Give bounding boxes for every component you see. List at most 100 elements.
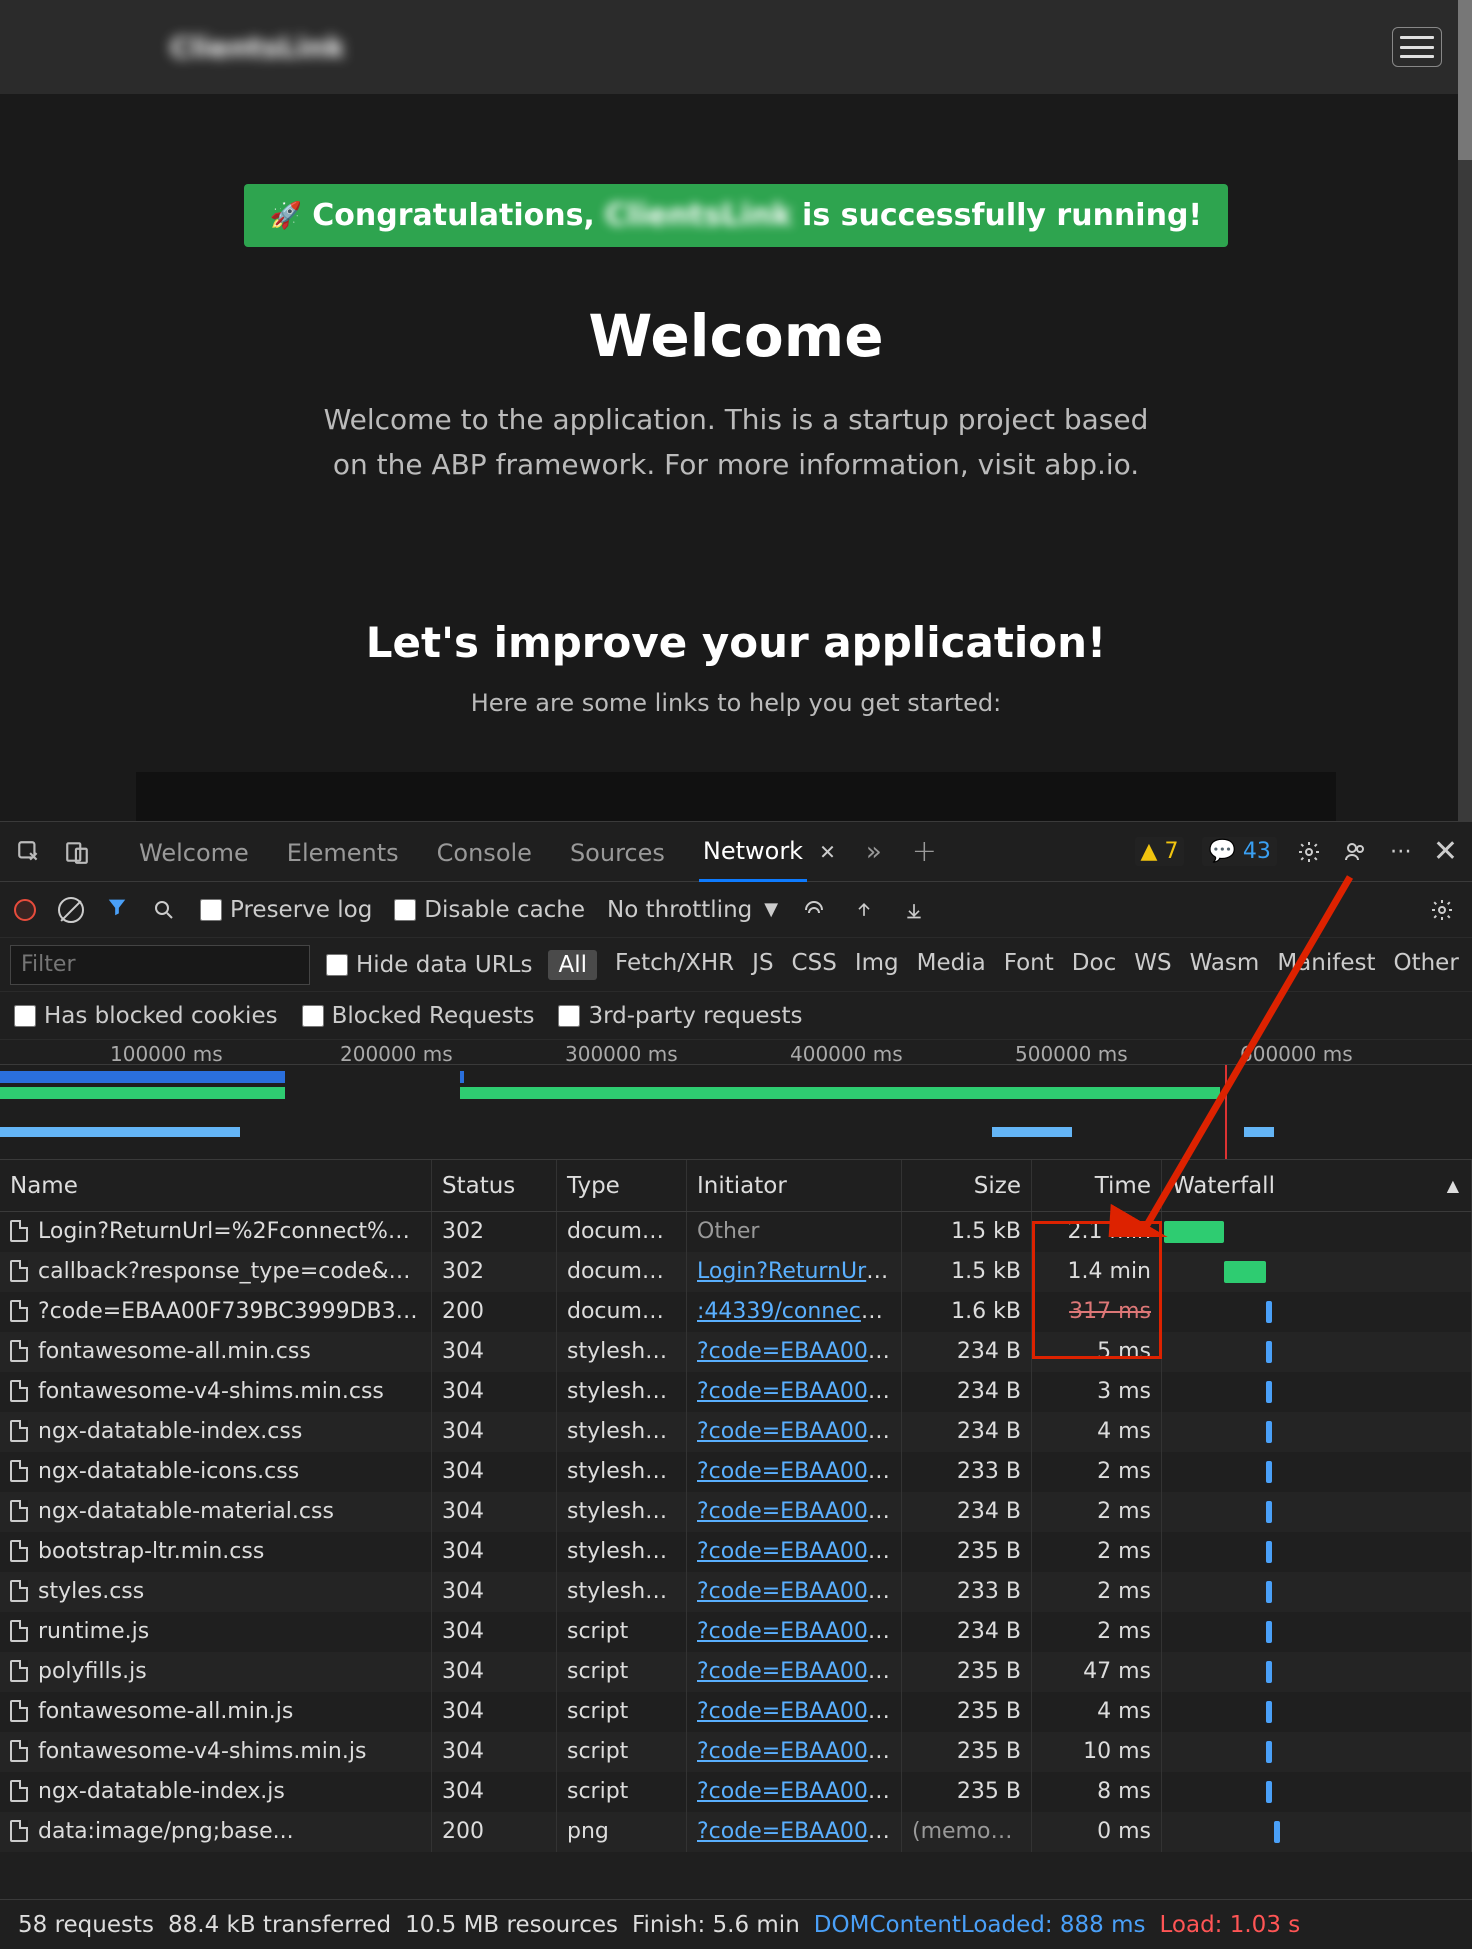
col-status[interactable]: Status — [432, 1160, 557, 1211]
file-icon — [10, 1340, 28, 1362]
has-blocked-cookies-checkbox[interactable]: Has blocked cookies — [14, 1003, 278, 1029]
table-row[interactable]: polyfills.js304script?code=EBAA00F7...23… — [0, 1652, 1472, 1692]
improve-heading: Let's improve your application! — [30, 618, 1442, 667]
table-row[interactable]: fontawesome-v4-shims.min.css304styleshee… — [0, 1372, 1472, 1412]
col-size[interactable]: Size — [902, 1160, 1032, 1211]
close-devtools-icon[interactable]: ✕ — [1433, 834, 1458, 869]
add-tab-icon[interactable]: + — [912, 834, 937, 869]
table-row[interactable]: bootstrap-ltr.min.css304stylesheet?code=… — [0, 1532, 1472, 1572]
table-row[interactable]: fontawesome-all.min.js304script?code=EBA… — [0, 1692, 1472, 1732]
col-initiator[interactable]: Initiator — [687, 1160, 902, 1211]
network-extra-filters: Has blocked cookies Blocked Requests 3rd… — [0, 992, 1472, 1040]
file-icon — [10, 1460, 28, 1482]
filter-input[interactable] — [10, 945, 310, 985]
table-row[interactable]: ngx-datatable-index.css304stylesheet?cod… — [0, 1412, 1472, 1452]
table-row[interactable]: styles.css304stylesheet?code=EBAA00F7...… — [0, 1572, 1472, 1612]
tab-network[interactable]: Network — [699, 821, 807, 882]
sort-asc-icon: ▲ — [1447, 1176, 1459, 1195]
file-icon — [10, 1620, 28, 1642]
filter-font[interactable]: Font — [1004, 950, 1054, 980]
filter-doc[interactable]: Doc — [1072, 950, 1116, 980]
tab-sources[interactable]: Sources — [566, 823, 669, 881]
filter-css[interactable]: CSS — [792, 950, 837, 980]
table-row[interactable]: ngx-datatable-material.css304stylesheet?… — [0, 1492, 1472, 1532]
table-row[interactable]: ngx-datatable-icons.css304stylesheet?cod… — [0, 1452, 1472, 1492]
tab-console[interactable]: Console — [433, 823, 536, 881]
filter-media[interactable]: Media — [917, 950, 986, 980]
status-resources: 10.5 MB resources — [405, 1912, 618, 1938]
clear-button[interactable] — [58, 897, 84, 923]
disable-cache-checkbox[interactable]: Disable cache — [394, 897, 585, 923]
hide-data-urls-checkbox[interactable]: Hide data URLs — [326, 952, 532, 978]
more-tabs-icon[interactable]: » — [866, 837, 882, 867]
blocked-requests-checkbox[interactable]: Blocked Requests — [302, 1003, 535, 1029]
table-row[interactable]: fontawesome-all.min.css304stylesheet?cod… — [0, 1332, 1472, 1372]
banner-text-post: is successfully running! — [802, 198, 1202, 233]
file-icon — [10, 1660, 28, 1682]
record-button[interactable] — [14, 899, 36, 921]
rocket-icon: 🚀 — [270, 201, 302, 231]
device-toggle-icon[interactable] — [62, 840, 92, 864]
filter-fetchxhr[interactable]: Fetch/XHR — [615, 950, 734, 980]
overview-ruler[interactable]: 100000 ms 200000 ms 300000 ms 400000 ms … — [0, 1040, 1472, 1065]
welcome-subtitle: Welcome to the application. This is a st… — [321, 398, 1151, 488]
file-icon — [10, 1220, 28, 1242]
file-icon — [10, 1500, 28, 1522]
table-row[interactable]: ?code=EBAA00F739BC3999DB3B1E0...200docum… — [0, 1292, 1472, 1332]
network-filter-bar: Hide data URLs All Fetch/XHR JS CSS Img … — [0, 938, 1472, 992]
page-scrollbar[interactable] — [1458, 0, 1472, 821]
col-time[interactable]: Time — [1032, 1160, 1162, 1211]
filter-other[interactable]: Other — [1393, 950, 1458, 980]
search-icon[interactable] — [150, 896, 178, 924]
table-row[interactable]: runtime.js304script?code=EBAA00F7...234 … — [0, 1612, 1472, 1652]
filter-ws[interactable]: WS — [1134, 950, 1171, 980]
col-name[interactable]: Name — [0, 1160, 432, 1211]
success-banner: 🚀 Congratulations, ClientsLink is succes… — [244, 184, 1228, 247]
banner-text-pre: Congratulations, — [312, 198, 595, 233]
file-icon — [10, 1300, 28, 1322]
status-load: Load: 1.03 s — [1160, 1912, 1301, 1938]
throttling-dropdown[interactable]: No throttling▼ — [607, 897, 778, 923]
more-menu-icon[interactable]: ⋯ — [1387, 838, 1415, 866]
export-har-icon[interactable] — [850, 896, 878, 924]
devtools-toolbar: Welcome Elements Console Sources Network… — [0, 822, 1472, 882]
warnings-badge[interactable]: ▲ 7 — [1135, 837, 1185, 866]
tab-close-icon[interactable]: ✕ — [819, 840, 836, 864]
filter-wasm[interactable]: Wasm — [1190, 950, 1260, 980]
file-icon — [10, 1820, 28, 1842]
third-party-checkbox[interactable]: 3rd-party requests — [558, 1003, 802, 1029]
filter-js[interactable]: JS — [752, 950, 773, 980]
file-icon — [10, 1700, 28, 1722]
status-transferred: 88.4 kB transferred — [168, 1912, 391, 1938]
overview-timeline[interactable] — [0, 1065, 1472, 1160]
col-waterfall[interactable]: Waterfall▲ — [1162, 1160, 1472, 1211]
filter-manifest[interactable]: Manifest — [1277, 950, 1375, 980]
table-row[interactable]: Login?ReturnUrl=%2Fconnect%2Fau...302doc… — [0, 1212, 1472, 1252]
file-icon — [10, 1380, 28, 1402]
network-toolbar: Preserve log Disable cache No throttling… — [0, 882, 1472, 938]
filter-toggle-icon[interactable] — [106, 896, 128, 924]
file-icon — [10, 1260, 28, 1282]
filter-all[interactable]: All — [548, 950, 597, 980]
network-settings-icon[interactable] — [1428, 896, 1456, 924]
table-row[interactable]: fontawesome-v4-shims.min.js304script?cod… — [0, 1732, 1472, 1772]
brand-logo[interactable]: ClientsLink — [170, 31, 345, 64]
messages-badge[interactable]: 💬 43 — [1202, 837, 1276, 866]
settings-gear-icon[interactable] — [1295, 838, 1323, 866]
status-requests: 58 requests — [18, 1912, 154, 1938]
file-icon — [10, 1580, 28, 1602]
account-icon[interactable] — [1341, 838, 1369, 866]
tab-elements[interactable]: Elements — [283, 823, 403, 881]
table-row[interactable]: callback?response_type=code&clien...302d… — [0, 1252, 1472, 1292]
table-row[interactable]: ngx-datatable-index.js304script?code=EBA… — [0, 1772, 1472, 1812]
tab-welcome[interactable]: Welcome — [135, 823, 253, 881]
import-har-icon[interactable] — [900, 896, 928, 924]
filter-img[interactable]: Img — [855, 950, 899, 980]
network-conditions-icon[interactable] — [800, 896, 828, 924]
table-row[interactable]: data:image/png;base...200png?code=EBAA00… — [0, 1812, 1472, 1852]
preserve-log-checkbox[interactable]: Preserve log — [200, 897, 372, 923]
hamburger-menu-button[interactable] — [1392, 27, 1442, 67]
col-type[interactable]: Type — [557, 1160, 687, 1211]
app-navbar: ClientsLink — [0, 0, 1472, 94]
inspect-element-icon[interactable] — [14, 840, 44, 864]
